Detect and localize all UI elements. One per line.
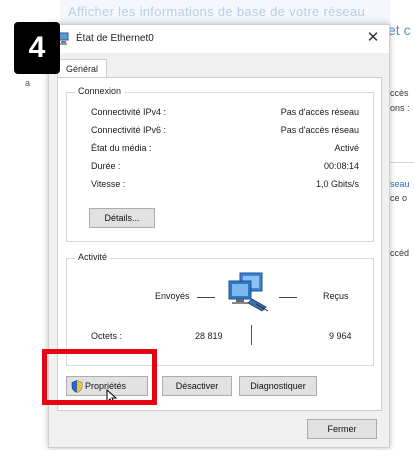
connection-group: Connexion Connectivité IPv4 : Pas d'accè… [66, 86, 374, 242]
duration-value: 00:08:14 [323, 161, 359, 171]
octets-sent-value: 28 819 [195, 331, 223, 341]
background-right-line: ons : [390, 103, 410, 113]
connection-group-label: Connexion [75, 86, 125, 96]
octets-received-value: 9 964 [329, 331, 352, 341]
speed-label: Vitesse : [91, 179, 126, 189]
tab-general[interactable]: Général [57, 59, 108, 78]
step-number-badge: 4 [14, 22, 60, 74]
sent-line [197, 297, 215, 298]
close-icon[interactable]: ✕ [363, 28, 383, 48]
background-header-text: Afficher les informations de base de vot… [68, 4, 366, 19]
background-right-title: et c [388, 22, 411, 38]
ipv4-label: Connectivité IPv4 : [91, 107, 167, 117]
ipv6-label: Connectivité IPv6 : [91, 125, 167, 135]
background-divider [388, 162, 414, 163]
ipv4-row: Connectivité IPv4 : Pas d'accès réseau [91, 107, 359, 121]
ipv6-row: Connectivité IPv6 : Pas d'accès réseau [91, 125, 359, 139]
diagnose-button[interactable]: Diagnostiquer [239, 376, 317, 396]
properties-highlight-box [42, 349, 157, 405]
dialog-titlebar: État de Ethernet0 ✕ [49, 25, 389, 53]
background-right-link[interactable]: seau [390, 179, 410, 189]
close-button[interactable]: Fermer [307, 419, 377, 439]
received-label: Reçus [323, 291, 349, 301]
background-right-line: ccéd [390, 248, 410, 258]
ipv6-value: Pas d'accès réseau [280, 125, 359, 135]
background-right-line: ccès [390, 88, 409, 98]
details-button[interactable]: Détails... [89, 208, 155, 228]
background-right-line: ce o [390, 193, 408, 203]
ipv4-value: Pas d'accès réseau [280, 107, 359, 117]
octets-label: Octets : [91, 331, 123, 341]
disable-button[interactable]: Désactiver [162, 376, 232, 396]
network-computers-icon [222, 271, 272, 313]
sent-label: Envoyés [155, 291, 190, 301]
speed-value: 1,0 Gbits/s [315, 179, 359, 189]
octets-separator [251, 325, 252, 345]
received-line [279, 297, 297, 298]
speed-row: Vitesse : 1,0 Gbits/s [91, 179, 359, 193]
dialog-title: État de Ethernet0 [76, 33, 154, 44]
background-left-marker: a [25, 78, 31, 88]
duration-row: Durée : 00:08:14 [91, 161, 359, 175]
activity-group-label: Activité [75, 252, 111, 262]
media-state-label: État du média : [91, 143, 152, 153]
duration-label: Durée : [91, 161, 121, 171]
media-state-row: État du média : Activé [91, 143, 359, 157]
media-state-value: Activé [334, 143, 359, 153]
